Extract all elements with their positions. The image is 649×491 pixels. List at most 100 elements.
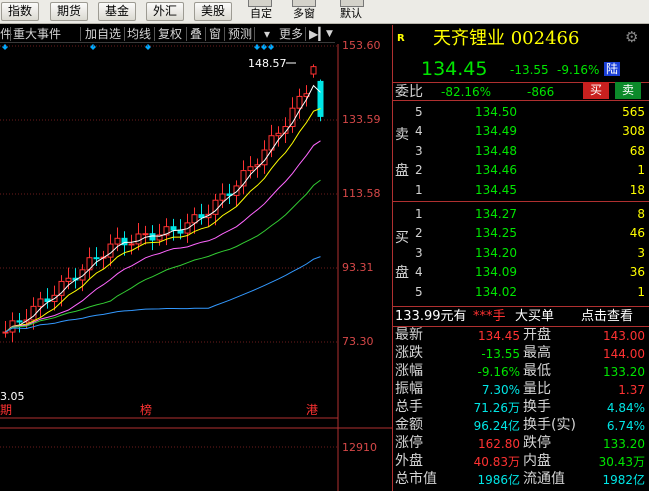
stat-value: 7.30% — [481, 383, 520, 397]
buy-price: 134.27 — [475, 207, 517, 221]
sell-button[interactable]: 卖 — [615, 82, 641, 99]
candle[interactable] — [44, 288, 51, 309]
stat-label: 量比 — [523, 381, 551, 397]
candle[interactable] — [275, 126, 282, 147]
sell-price: 134.46 — [475, 163, 517, 178]
candle[interactable] — [86, 247, 93, 279]
stat-value: 6.74% — [606, 419, 645, 433]
event-marker-icon[interactable] — [261, 44, 267, 50]
sell-side-char-1: 卖 — [395, 127, 409, 143]
event-marker-icon[interactable] — [254, 44, 260, 50]
event-marker-icon[interactable] — [145, 44, 151, 50]
stat-label: 涨幅 — [395, 363, 423, 379]
buy-volume: 36 — [629, 265, 645, 280]
buy-level: 3 — [415, 245, 423, 260]
buy-volume: 1 — [637, 284, 645, 299]
sell-volume: 1 — [637, 163, 645, 178]
sell-volume: 565 — [622, 105, 645, 119]
stat-value: 96.24亿 — [473, 419, 520, 433]
candle[interactable] — [254, 158, 261, 178]
stat-label: 外盘 — [395, 453, 423, 469]
stock-title: 天齐锂业 002466 — [433, 28, 580, 49]
big-order-type: 大买单 — [515, 309, 555, 324]
stat-label: 换手(实) — [523, 417, 576, 433]
stat-label: 涨跌 — [395, 345, 423, 361]
marker-hk[interactable]: 港 — [306, 403, 318, 417]
sell-price: 134.49 — [475, 124, 517, 139]
kline-chart[interactable] — [0, 0, 393, 491]
stat-label: 最低 — [523, 363, 551, 379]
event-marker-icon[interactable] — [268, 44, 274, 50]
stat-label: 跌停 — [523, 435, 551, 451]
stat-value: 30.43万 — [598, 455, 645, 469]
sell-price: 134.48 — [475, 143, 517, 158]
stat-value: -13.55 — [481, 347, 520, 361]
stat-value: 133.20 — [603, 365, 645, 379]
high-price-label: 148.57 — [248, 57, 287, 70]
stat-label: 振幅 — [395, 381, 423, 397]
stat-label: 开盘 — [523, 327, 551, 343]
sell-level: 4 — [415, 124, 423, 139]
candle[interactable] — [142, 225, 149, 245]
buy-price: 134.25 — [475, 226, 517, 241]
big-order-view-link[interactable]: 点击查看 — [581, 309, 633, 325]
stat-value: 143.00 — [603, 329, 645, 343]
big-order-stars: ***手 — [473, 309, 506, 324]
stat-value: 40.83万 — [473, 455, 520, 469]
order-ratio-diff: -866 — [527, 85, 555, 99]
buy-level: 2 — [415, 226, 423, 241]
candle[interactable] — [289, 97, 296, 133]
sell-side-char-2: 盘 — [395, 163, 409, 179]
marker-rank[interactable]: 榜 — [140, 403, 152, 417]
r-icon: R — [397, 33, 405, 44]
event-marker-icon[interactable] — [2, 44, 8, 50]
stat-value: 4.84% — [606, 401, 645, 415]
price-change-pct: -9.16% — [557, 63, 600, 77]
candle[interactable] — [16, 312, 23, 333]
sell-level: 5 — [415, 105, 423, 119]
stat-value: 1.37 — [618, 383, 645, 397]
settings-gear-icon[interactable]: ⚙ — [625, 30, 638, 45]
volume-label: 12910 — [342, 441, 377, 454]
candle[interactable] — [226, 183, 233, 204]
buy-volume: 46 — [629, 226, 645, 241]
stat-label: 换手 — [523, 399, 551, 415]
event-marker-icon[interactable] — [90, 44, 96, 50]
candle[interactable] — [149, 225, 156, 251]
price-label-2: 133.59 — [342, 113, 381, 126]
price-label-5: 73.30 — [342, 335, 374, 348]
sell-volume: 18 — [629, 182, 645, 197]
buy-level: 4 — [415, 265, 423, 280]
price-label-1: 153.60 — [342, 39, 381, 52]
market-badge: 陆 — [604, 62, 621, 76]
price-change: -13.55 — [510, 63, 549, 77]
candle[interactable] — [37, 291, 44, 318]
candle[interactable] — [72, 268, 79, 289]
buy-button[interactable]: 买 — [583, 82, 609, 99]
candle[interactable] — [163, 218, 170, 246]
candle[interactable] — [240, 160, 247, 195]
candle[interactable] — [2, 320, 9, 338]
candle[interactable] — [65, 267, 72, 290]
candle[interactable] — [100, 250, 107, 270]
stat-label: 最高 — [523, 345, 551, 361]
buy-price: 134.20 — [475, 245, 517, 260]
stat-value: 1982亿 — [602, 473, 645, 487]
candle[interactable] — [317, 79, 324, 122]
stat-value: -9.16% — [477, 365, 520, 379]
buy-side-char-2: 盘 — [395, 265, 409, 281]
sell-price: 134.50 — [475, 105, 517, 119]
price-label-3: 113.58 — [342, 187, 381, 200]
candle[interactable] — [191, 207, 198, 234]
stat-label: 最新 — [395, 327, 423, 343]
big-order-price: 133.99元有 — [395, 309, 467, 324]
order-ratio-pct: -82.16% — [441, 85, 492, 99]
stat-label: 涨停 — [395, 435, 423, 451]
sell-level: 2 — [415, 163, 423, 178]
stat-value: 144.00 — [603, 347, 645, 361]
order-ratio-label: 委比 — [395, 84, 423, 100]
stat-label: 总市值 — [395, 471, 437, 487]
candle[interactable] — [198, 203, 205, 225]
stat-value: 134.45 — [478, 329, 520, 343]
candle[interactable] — [310, 64, 317, 78]
